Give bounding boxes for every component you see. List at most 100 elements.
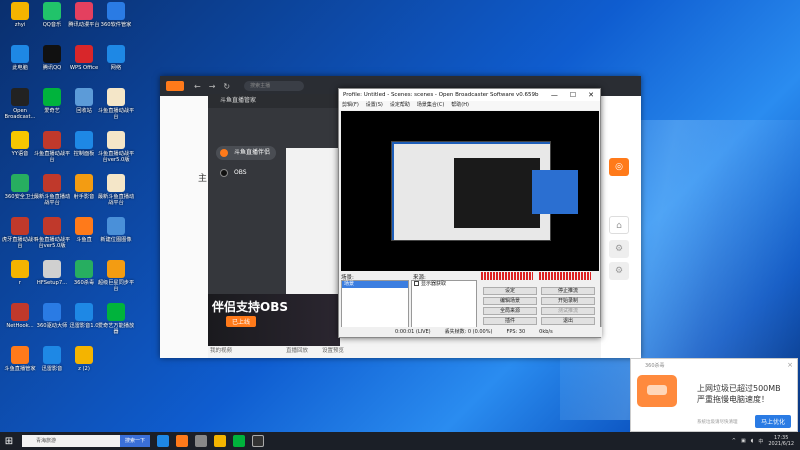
- folder-icon[interactable]: [214, 435, 226, 447]
- menu-douyu-companion[interactable]: 斗鱼直播伴侣: [216, 146, 276, 160]
- obs-menu-item[interactable]: 设定帮助: [390, 101, 410, 110]
- gear-icon[interactable]: ⚙: [609, 262, 629, 280]
- search-text: 青海旅游: [36, 438, 57, 444]
- search-button[interactable]: 搜索一下: [119, 435, 150, 447]
- obs-titlebar: Profile: Untitled - Scenes: scenes - Ope…: [339, 89, 600, 101]
- obs-menu-item[interactable]: 设置(S): [366, 101, 383, 110]
- desktop-icon-label: 360软件管家: [100, 22, 132, 28]
- assistant-window[interactable]: 斗鱼直播管家 斗鱼直播伴侣 OBS 伴侣支持OBS 已上线: [208, 94, 340, 346]
- taskbar: ⊞ 青海旅游 搜索一下 ^ ▣ ◖ 中 17:35 2021/6/12: [0, 432, 800, 450]
- exit-button[interactable]: 退出: [541, 317, 595, 325]
- volume-icon[interactable]: ◖: [751, 438, 754, 444]
- clock[interactable]: 17:35 2021/6/12: [768, 435, 794, 447]
- driver-icon: [43, 303, 61, 321]
- xunlei-icon: [75, 303, 93, 321]
- settings-button[interactable]: 设定: [483, 287, 537, 295]
- iqiyi-icon: [107, 303, 125, 321]
- desktop-icon[interactable]: 超级巨星同步平台: [96, 260, 136, 302]
- link-replay[interactable]: 直播回放: [286, 346, 308, 354]
- maximize-button[interactable]: ☐: [570, 91, 576, 99]
- global-sources-button[interactable]: 全局来源: [483, 307, 537, 315]
- start-recording-button[interactable]: 开始录制: [541, 297, 595, 305]
- stream-time: 0:00:01 (LIVE): [395, 329, 431, 335]
- mascot-icon: [637, 375, 677, 407]
- optimize-button[interactable]: 马上优化: [754, 415, 791, 428]
- notif-line2: 严重拖慢电脑速度！: [697, 395, 769, 404]
- chevron-up-icon[interactable]: ^: [732, 438, 736, 444]
- source-item[interactable]: 显示器获取: [412, 281, 476, 288]
- close-icon[interactable]: ×: [787, 361, 793, 369]
- iqiyi-icon: [43, 88, 61, 106]
- bitrate: 0kb/s: [539, 329, 553, 335]
- stop-stream-button[interactable]: 停止推流: [541, 287, 595, 295]
- windows-start-icon[interactable]: ⊞: [0, 436, 18, 447]
- archive-icon: [43, 174, 61, 192]
- wps-icon: [75, 45, 93, 63]
- assistant-title: 斗鱼直播管家: [208, 94, 340, 108]
- checkbox[interactable]: [414, 281, 419, 286]
- desktop-icon[interactable]: 新建位图图像: [96, 217, 136, 259]
- douyu-search-input[interactable]: 搜索主播: [244, 81, 305, 91]
- desktop-icon-label: 最新斗鱼直播动战平台: [97, 194, 135, 206]
- minimize-button[interactable]: —: [551, 91, 558, 99]
- obs-menu-item[interactable]: 场景集合(C): [417, 101, 444, 110]
- test-stream-button[interactable]: 测试推流: [541, 307, 595, 315]
- recycle-icon: [75, 88, 93, 106]
- scene-list[interactable]: 场景: [341, 280, 409, 329]
- forward-button[interactable]: →: [209, 82, 216, 91]
- link-preview-settings[interactable]: 设置预览: [322, 346, 344, 354]
- notif-message: 上网垃圾已超过500MB 严重拖慢电脑速度！: [697, 383, 781, 405]
- app-icon: [107, 2, 125, 20]
- douyu-icon[interactable]: [176, 435, 188, 447]
- plugins-button[interactable]: 插件: [483, 317, 537, 325]
- douyu-sidebar: 主: [160, 96, 208, 358]
- orange-tool-button[interactable]: ◎: [609, 158, 629, 176]
- notif-more[interactable]: 系统垃圾请尽快清理: [697, 419, 738, 425]
- main-char: 主: [198, 174, 208, 184]
- refresh-button[interactable]: ↻: [223, 82, 230, 91]
- banner-button[interactable]: 已上线: [226, 316, 257, 327]
- source-label: 显示器获取: [421, 281, 447, 287]
- obs-preview: [341, 111, 599, 271]
- back-button[interactable]: ←: [194, 82, 201, 91]
- network-icon[interactable]: ▣: [741, 438, 746, 444]
- settings-icon[interactable]: ⚙: [609, 240, 629, 258]
- taskbar-search[interactable]: 青海旅游 搜索一下: [22, 435, 150, 447]
- lang-indicator[interactable]: 中: [758, 438, 763, 445]
- image-icon: [107, 217, 125, 235]
- window-icon[interactable]: [195, 435, 207, 447]
- obs-banner[interactable]: 伴侣支持OBS 已上线: [208, 294, 340, 346]
- douyu-icon: [11, 346, 29, 364]
- edge-icon[interactable]: [157, 435, 169, 447]
- menu-label: OBS: [234, 169, 247, 176]
- obs-window[interactable]: Profile: Untitled - Scenes: scenes - Ope…: [338, 88, 602, 338]
- obs-icon[interactable]: [252, 435, 264, 447]
- home-icon[interactable]: ⌂: [609, 216, 629, 234]
- edit-scene-button[interactable]: 编辑场景: [483, 297, 537, 305]
- desktop-icon[interactable]: 网络: [96, 45, 136, 87]
- source-list[interactable]: 显示器获取: [411, 280, 477, 329]
- desktop-icon[interactable]: 最新斗鱼直播动战平台: [96, 174, 136, 216]
- yy-icon: [11, 131, 29, 149]
- iqiyi-icon[interactable]: [233, 435, 245, 447]
- banner-title: 伴侣支持OBS: [212, 300, 288, 314]
- player-icon: [75, 174, 93, 192]
- desktop-icon[interactable]: 爱奇艺万能播放器: [96, 303, 136, 345]
- music-icon: [43, 2, 61, 20]
- antivirus-notification[interactable]: 360杀毒 × 上网垃圾已超过500MB 严重拖慢电脑速度！ 系统垃圾请尽快清理…: [630, 358, 798, 432]
- app-icon: [75, 346, 93, 364]
- obs-menu-item[interactable]: 剪辑(F): [342, 101, 359, 110]
- link-my-videos[interactable]: 我的视频: [210, 346, 232, 354]
- menu-obs[interactable]: OBS: [216, 166, 276, 180]
- qq-icon: [43, 45, 61, 63]
- desktop-icon[interactable]: z (2): [64, 346, 104, 388]
- date: 2021/6/12: [768, 441, 794, 447]
- desktop-icon[interactable]: 斗鱼直播动战平台ver5.0版: [96, 131, 136, 173]
- close-button[interactable]: ✕: [588, 91, 594, 99]
- antivirus-icon: [75, 260, 93, 278]
- desktop-icon[interactable]: 360软件管家: [96, 2, 136, 44]
- desktop-icon[interactable]: 斗鱼直播动战平台: [96, 88, 136, 130]
- scene-item[interactable]: 场景: [342, 281, 408, 288]
- archive-icon: [43, 131, 61, 149]
- obs-menu-item[interactable]: 帮助(H): [451, 101, 469, 110]
